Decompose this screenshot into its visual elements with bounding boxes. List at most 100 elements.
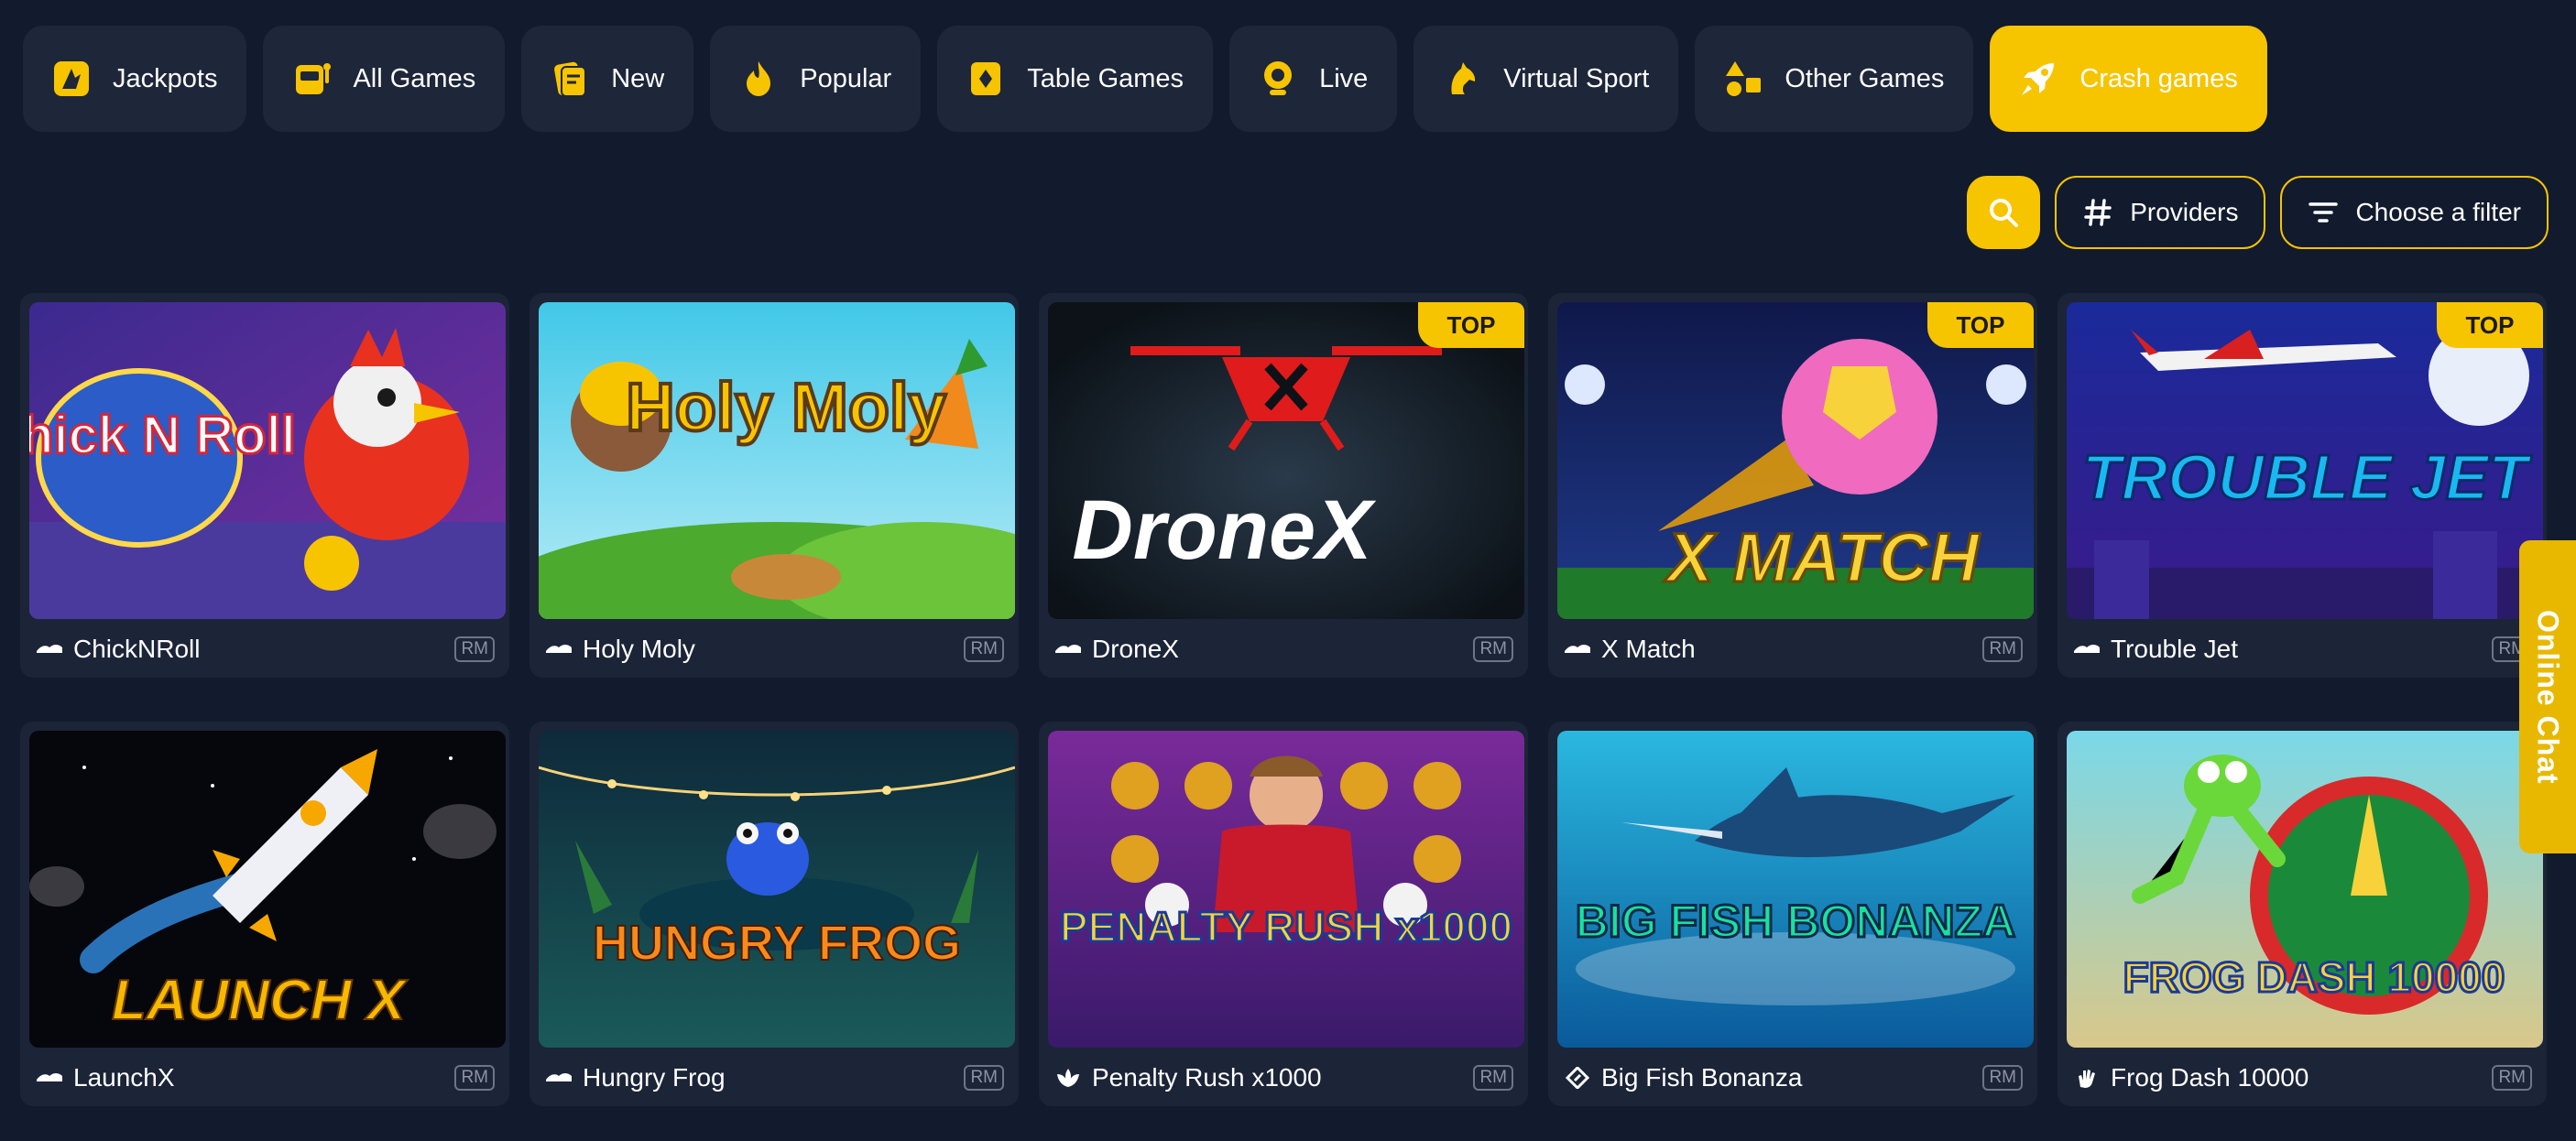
provider-hand-icon — [2072, 1067, 2101, 1089]
top-badge: TOP — [1927, 302, 2034, 348]
shapes-icon — [1722, 58, 1764, 100]
tab-label: Live — [1319, 63, 1369, 93]
thumbnail-title: Holy Moly — [626, 369, 945, 445]
provider-wave-icon — [35, 1067, 64, 1089]
rm-badge: RM — [964, 1065, 1004, 1091]
rm-badge: RM — [1473, 1065, 1513, 1091]
horse-icon — [1441, 58, 1483, 100]
game-card-footer: ChickNRoll RM — [35, 628, 495, 670]
provider-wave-icon — [544, 1067, 573, 1089]
webcam-icon — [1257, 58, 1299, 100]
online-chat-tab[interactable]: Online Chat — [2519, 540, 2576, 853]
game-name: X Match — [1601, 635, 1696, 663]
game-card-footer: Holy Moly RM — [544, 628, 1004, 670]
rm-badge: RM — [964, 636, 1004, 662]
tab-new[interactable]: New — [521, 26, 694, 132]
game-card-big-fish-bonanza[interactable]: BIG FISH BONANZA Big Fish Bonanza RM — [1548, 722, 2037, 1106]
rm-badge: RM — [2492, 1065, 2532, 1091]
game-thumbnail: X MATCH TOP — [1557, 302, 2034, 619]
top-badge: TOP — [1418, 302, 1524, 348]
tab-other-games[interactable]: Other Games — [1695, 26, 1974, 132]
provider-wave-icon — [35, 638, 64, 660]
game-card-footer: X Match RM — [1563, 628, 2023, 670]
rm-badge: RM — [1473, 636, 1513, 662]
game-name: Trouble Jet — [2111, 635, 2239, 663]
game-card-footer: Frog Dash 10000 RM — [2072, 1057, 2532, 1099]
tab-live[interactable]: Live — [1229, 26, 1398, 132]
game-card-dronex[interactable]: DroneX TOP DroneX RM — [1039, 293, 1528, 678]
game-card-footer: Big Fish Bonanza RM — [1563, 1057, 2023, 1099]
choose-filter-button[interactable]: Choose a filter — [2280, 176, 2549, 249]
tab-label: All Games — [353, 63, 476, 93]
diamond-card-icon — [965, 58, 1007, 100]
hash-icon — [2084, 199, 2112, 226]
game-card-footer: Penalty Rush x1000 RM — [1053, 1057, 1513, 1099]
provider-flower-icon — [1053, 1067, 1083, 1089]
thumbnail-title: LAUNCH X — [112, 969, 409, 1032]
game-card-frog-dash[interactable]: FROG DASH 10000 Frog Dash 10000 RM — [2058, 722, 2547, 1106]
thumbnail-title: FROG DASH 10000 — [2123, 953, 2505, 1001]
game-card-holy-moly[interactable]: Holy Moly Holy Moly RM — [529, 293, 1019, 678]
providers-label: Providers — [2130, 198, 2239, 226]
game-card-penalty-rush[interactable]: PENALTY RUSH x1000 Penalty Rush x1000 RM — [1039, 722, 1528, 1106]
game-thumbnail: TROUBLE JET TOP — [2067, 302, 2543, 619]
game-card-hungry-frog[interactable]: HUNGRY FROG Hungry Frog RM — [529, 722, 1019, 1106]
games-page: Jackpots All Games New Popular Table Gam… — [0, 0, 2576, 1141]
game-thumbnail: PENALTY RUSH x1000 — [1048, 731, 1524, 1048]
game-card-x-match[interactable]: X MATCH TOP X Match RM — [1548, 293, 2037, 678]
provider-wave-icon — [544, 638, 573, 660]
slot-machine-icon — [290, 58, 333, 100]
tab-label: New — [611, 63, 665, 93]
tab-label: Table Games — [1027, 63, 1184, 93]
thumbnail-title: PENALTY RUSH x1000 — [1060, 903, 1512, 951]
provider-wave-icon — [1563, 638, 1592, 660]
category-tabs: Jackpots All Games New Popular Table Gam… — [23, 26, 2267, 132]
tab-table-games[interactable]: Table Games — [937, 26, 1214, 132]
game-thumbnail: Holy Moly — [539, 302, 1015, 619]
rm-badge: RM — [454, 1065, 495, 1091]
game-thumbnail: HUNGRY FROG — [539, 731, 1015, 1048]
game-card-trouble-jet[interactable]: TROUBLE JET TOP Trouble Jet RM — [2058, 293, 2547, 678]
tab-label: Popular — [800, 63, 892, 93]
tab-label: Crash games — [2079, 63, 2238, 93]
tab-all-games[interactable]: All Games — [263, 26, 506, 132]
game-thumbnail: DroneX TOP — [1048, 302, 1524, 619]
thumbnail-title: DroneX — [1072, 484, 1376, 577]
game-row: LAUNCH X LaunchX RM HUNGRY FROG Hungry F… — [20, 722, 2549, 1106]
rocket-icon — [2017, 58, 2059, 100]
online-chat-label: Online Chat — [2531, 609, 2565, 785]
tab-label: Virtual Sport — [1503, 63, 1650, 93]
game-thumbnail: FROG DASH 10000 — [2067, 731, 2543, 1048]
game-card-footer: DroneX RM — [1053, 628, 1513, 670]
game-card-launchx[interactable]: LAUNCH X LaunchX RM — [20, 722, 509, 1106]
providers-button[interactable]: Providers — [2055, 176, 2266, 249]
thumbnail-title: HUNGRY FROG — [593, 916, 961, 971]
game-thumbnail: Chick N Roll — [29, 302, 506, 619]
new-cards-icon — [549, 58, 591, 100]
provider-wave-icon — [2072, 638, 2101, 660]
top-badge: TOP — [2437, 302, 2543, 348]
search-button[interactable] — [1967, 176, 2041, 249]
filter-icon — [2309, 202, 2339, 223]
game-thumbnail: BIG FISH BONANZA — [1557, 731, 2034, 1048]
game-name: Hungry Frog — [583, 1063, 726, 1092]
game-card-chicknroll[interactable]: Chick N Roll ChickNRoll RM — [20, 293, 509, 678]
game-card-footer: Hungry Frog RM — [544, 1057, 1004, 1099]
thumbnail-title: BIG FISH BONANZA — [1576, 896, 2016, 947]
tab-popular[interactable]: Popular — [710, 26, 922, 132]
thumbnail-title: X MATCH — [1664, 519, 1981, 597]
game-name: Frog Dash 10000 — [2111, 1063, 2309, 1092]
provider-diamond-icon — [1563, 1067, 1592, 1089]
tab-crash-games[interactable]: Crash games — [1990, 26, 2267, 132]
game-name: DroneX — [1092, 635, 1179, 663]
game-name: ChickNRoll — [73, 635, 201, 663]
game-name: Holy Moly — [583, 635, 695, 663]
jackpots-icon — [50, 58, 93, 100]
flame-icon — [737, 58, 780, 100]
tab-virtual-sport[interactable]: Virtual Sport — [1414, 26, 1679, 132]
game-card-footer: LaunchX RM — [35, 1057, 495, 1099]
rm-badge: RM — [454, 636, 495, 662]
tab-jackpots[interactable]: Jackpots — [23, 26, 247, 132]
rm-badge: RM — [1982, 636, 2023, 662]
game-name: Penalty Rush x1000 — [1092, 1063, 1322, 1092]
